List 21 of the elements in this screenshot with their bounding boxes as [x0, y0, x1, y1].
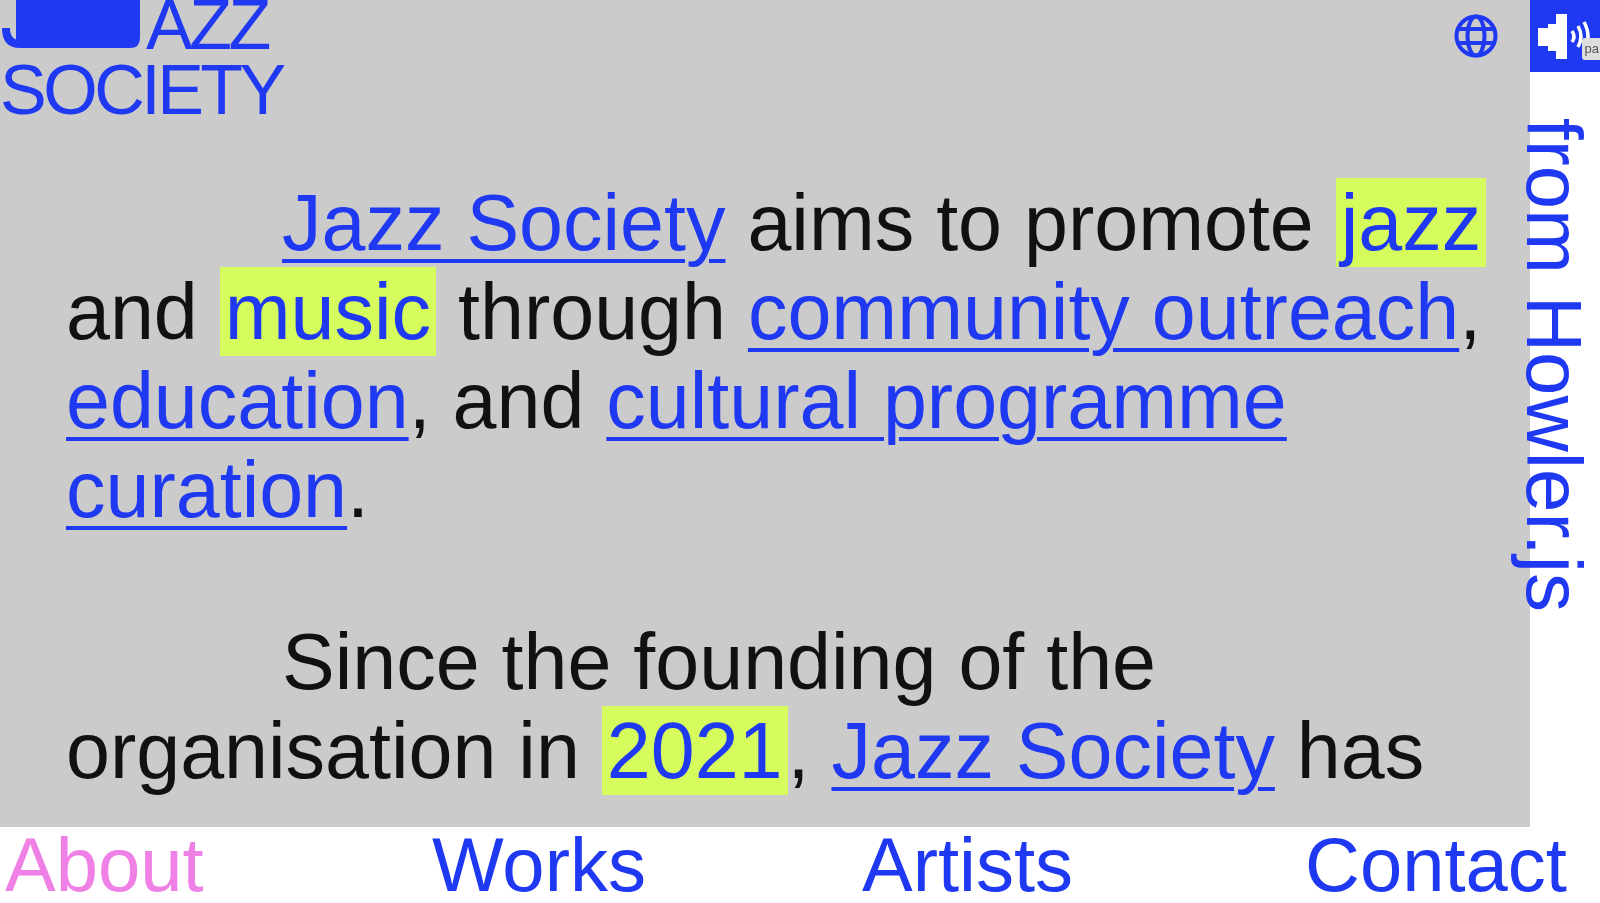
logo-text: AZZ: [146, 0, 268, 51]
text-link[interactable]: education: [66, 356, 409, 445]
highlighted-word: jazz: [1335, 178, 1487, 267]
track-title: from Howler.js: [1509, 118, 1599, 613]
text-link[interactable]: community outreach: [747, 267, 1460, 356]
nav-link[interactable]: Works: [432, 827, 646, 903]
globe-icon[interactable]: [1454, 14, 1498, 58]
paragraph: Since the founding of the organisation in 2021, Jazz Society has: [66, 617, 1426, 795]
highlighted-word: 2021: [601, 706, 788, 795]
highlighted-word: music: [219, 267, 437, 356]
nav-link[interactable]: Artists: [862, 827, 1074, 903]
text-link[interactable]: Jazz Society: [831, 706, 1275, 795]
text-link[interactable]: cultural programme: [606, 356, 1287, 445]
nav-link[interactable]: Contact: [1305, 827, 1567, 903]
paragraph: Jazz Society aims to promote jazz and music through community outreach, education, and cultural programme curation.: [66, 178, 1496, 534]
speaker-button[interactable]: [1530, 0, 1600, 72]
nav-link[interactable]: About: [5, 827, 204, 903]
text-link[interactable]: Jazz Society: [282, 178, 726, 267]
logo-mark-icon: [0, 0, 140, 48]
text-link[interactable]: curation: [66, 445, 348, 534]
logo-text: SOCIETY: [0, 64, 283, 116]
